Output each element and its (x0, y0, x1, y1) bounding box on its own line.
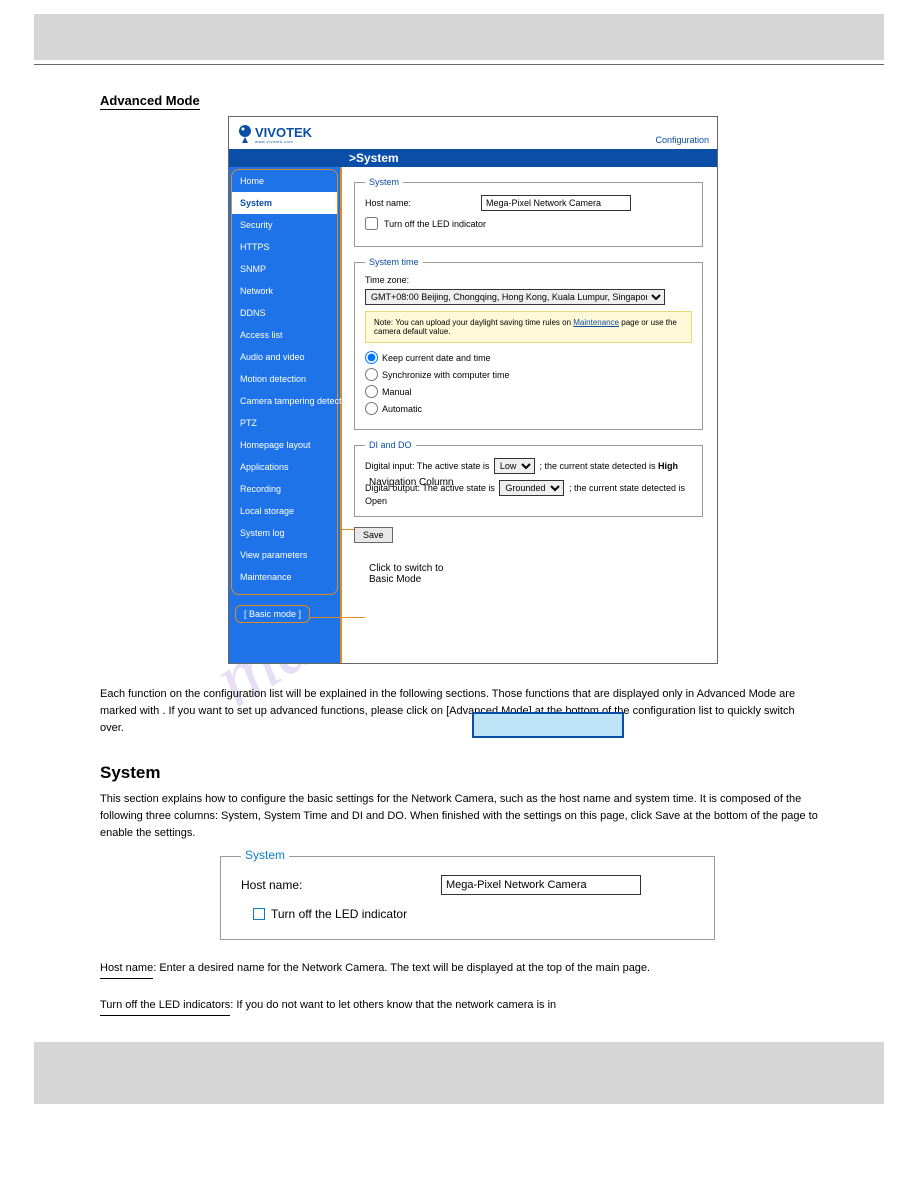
page-footer-bar (34, 1042, 884, 1104)
led-subhead: Turn off the LED indicators (100, 997, 230, 1016)
hostname-input[interactable] (481, 195, 631, 211)
sidebar-item-camera-tampering-detection[interactable]: Camera tampering detection (232, 390, 337, 412)
sidebar: HomeSystemSecurityHTTPSSNMPNetworkDDNSAc… (229, 167, 342, 663)
content-area: System Host name: Turn off the LED indic… (342, 167, 717, 663)
sidebar-item-network[interactable]: Network (232, 280, 337, 302)
sidebar-item-applications[interactable]: Applications (232, 456, 337, 478)
led-label: Turn off the LED indicator (384, 219, 486, 229)
sidebar-item-home[interactable]: Home (232, 170, 337, 192)
paragraph-1: Each function on the configuration list … (100, 686, 818, 737)
time-radio-label: Synchronize with computer time (382, 370, 510, 380)
basic-mode-button[interactable]: [ Basic mode ] (235, 605, 310, 623)
page-header-bar (34, 14, 884, 60)
switch-annot: Click to switch to Basic Mode (369, 563, 443, 585)
configuration-link[interactable]: Configuration (655, 135, 709, 145)
system-box-legend: System (241, 848, 289, 862)
sidebar-item-view-parameters[interactable]: View parameters (232, 544, 337, 566)
sidebar-item-maintenance[interactable]: Maintenance (232, 566, 337, 588)
config-screenshot: VIVOTEK www.vivotek.com Configuration >S… (228, 116, 718, 664)
led-checkbox[interactable] (365, 217, 378, 230)
advanced-mode-marker (472, 712, 624, 738)
system-fieldset: System Host name: Turn off the LED indic… (354, 177, 703, 247)
hostname-subhead: Host name (100, 960, 153, 979)
host-input[interactable] (441, 875, 641, 895)
led-label-large: Turn off the LED indicator (271, 907, 407, 921)
svg-text:www.vivotek.com: www.vivotek.com (255, 139, 293, 144)
sidebar-item-https[interactable]: HTTPS (232, 236, 337, 258)
sidebar-item-security[interactable]: Security (232, 214, 337, 236)
paragraph-2: This section explains how to configure t… (100, 791, 818, 842)
systemtime-legend: System time (365, 257, 423, 267)
maintenance-link[interactable]: Maintenance (573, 318, 619, 327)
host-label: Host name: (241, 878, 441, 892)
systemtime-fieldset: System time Time zone: GMT+08:00 Beijing… (354, 257, 703, 430)
sidebar-item-access-list[interactable]: Access list (232, 324, 337, 346)
time-radio-label: Automatic (382, 404, 422, 414)
sidebar-item-ptz[interactable]: PTZ (232, 412, 337, 434)
sidebar-item-audio-and-video[interactable]: Audio and video (232, 346, 337, 368)
nav-column-annot: Navigation Column (369, 477, 454, 488)
time-radio[interactable] (365, 351, 378, 364)
system-heading: System (100, 763, 818, 783)
hostname-label: Host name: (365, 198, 475, 208)
system-legend: System (365, 177, 403, 187)
dido-legend: DI and DO (365, 440, 416, 450)
time-radio[interactable] (365, 368, 378, 381)
sidebar-item-local-storage[interactable]: Local storage (232, 500, 337, 522)
sidebar-item-ddns[interactable]: DDNS (232, 302, 337, 324)
sidebar-item-motion-detection[interactable]: Motion detection (232, 368, 337, 390)
sidebar-item-homepage-layout[interactable]: Homepage layout (232, 434, 337, 456)
dst-note: Note: You can upload your daylight savin… (365, 311, 692, 343)
time-radio-label: Keep current date and time (382, 353, 491, 363)
led-text: : If you do not want to let others know … (230, 999, 556, 1011)
do-select[interactable]: Grounded (499, 480, 564, 496)
time-radio[interactable] (365, 385, 378, 398)
timezone-select[interactable]: GMT+08:00 Beijing, Chongqing, Hong Kong,… (365, 289, 665, 305)
save-button[interactable]: Save (354, 527, 393, 543)
sidebar-item-system-log[interactable]: System log (232, 522, 337, 544)
time-radio[interactable] (365, 402, 378, 415)
hostname-text: : Enter a desired name for the Network C… (153, 962, 650, 974)
di-select[interactable]: Low (494, 458, 535, 474)
system-box: System Host name: Turn off the LED indic… (220, 856, 715, 940)
sidebar-item-recording[interactable]: Recording (232, 478, 337, 500)
sidebar-item-system[interactable]: System (232, 192, 337, 214)
led-checkbox-large[interactable] (253, 908, 265, 920)
timezone-label: Time zone: (365, 275, 692, 285)
time-radio-label: Manual (382, 387, 412, 397)
header-rule (34, 64, 884, 65)
svg-text:VIVOTEK: VIVOTEK (255, 125, 313, 140)
vendor-logo: VIVOTEK www.vivotek.com (237, 123, 329, 145)
section-title: Advanced Mode (100, 93, 200, 110)
title-bar: >System (229, 149, 717, 167)
sidebar-item-snmp[interactable]: SNMP (232, 258, 337, 280)
